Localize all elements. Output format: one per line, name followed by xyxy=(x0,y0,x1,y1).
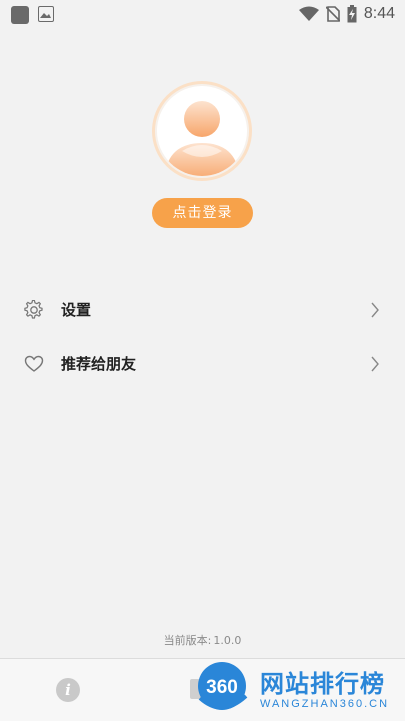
watermark-subtitle: WANGZHAN360.CN xyxy=(260,698,390,710)
watermark-title: 网站排行榜 xyxy=(260,670,385,698)
menu-item-label: 推荐给朋友 xyxy=(61,355,137,373)
version-number: 1.0.0 xyxy=(213,634,242,647)
wifi-icon xyxy=(298,6,319,21)
menu-item-label: 设置 xyxy=(61,301,92,319)
chevron-right-icon xyxy=(371,356,379,372)
gear-icon xyxy=(24,300,43,319)
menu-item-recommend[interactable]: 推荐给朋友 xyxy=(0,349,405,379)
avatar[interactable] xyxy=(152,81,252,181)
version-text: 当前版本: 1.0.0 xyxy=(0,632,405,648)
menu-item-settings[interactable]: 设置 xyxy=(0,295,405,325)
image-icon xyxy=(38,6,54,22)
version-label: 当前版本: xyxy=(163,634,212,647)
no-sim-icon xyxy=(325,6,340,22)
status-bar: 8:44 xyxy=(0,0,405,28)
user-avatar-icon xyxy=(152,81,252,181)
heart-icon xyxy=(24,355,44,372)
info-icon[interactable]: i xyxy=(56,678,80,702)
clock: 8:44 xyxy=(363,5,395,22)
svg-text:360: 360 xyxy=(206,677,238,698)
watermark-logo: 360 xyxy=(198,662,248,710)
watermark: 360 网站排行榜 WANGZHAN360.CN xyxy=(196,660,401,720)
login-button[interactable]: 点击登录 xyxy=(152,198,253,228)
battery-charging-icon xyxy=(347,5,357,23)
chevron-right-icon xyxy=(371,302,379,318)
notification-square-icon xyxy=(11,6,29,24)
